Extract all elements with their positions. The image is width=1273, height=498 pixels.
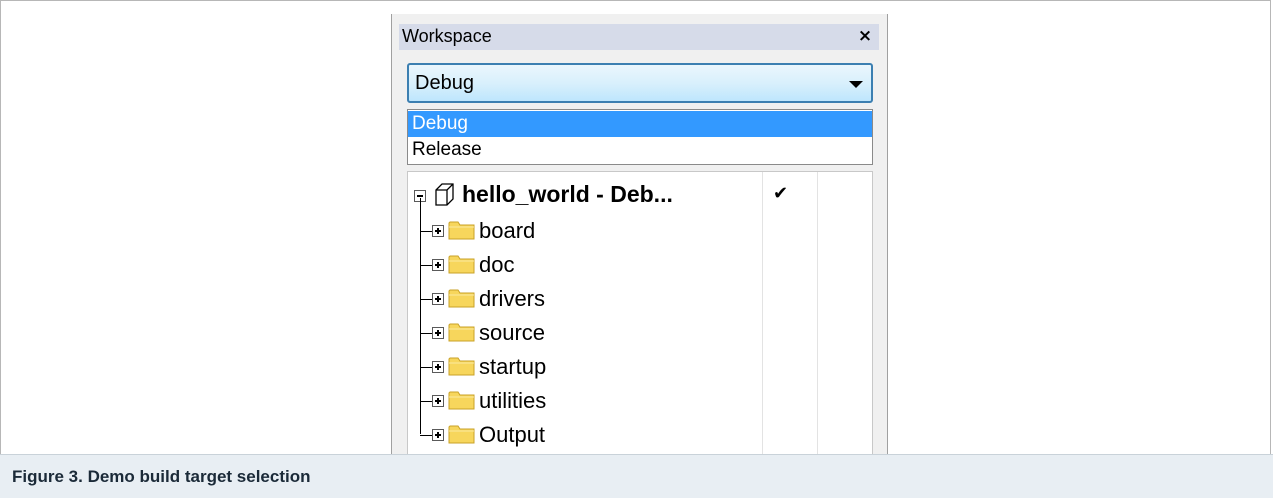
tree-item-board[interactable]: board [408,214,872,248]
tree-branch [420,231,432,232]
build-check-icon: ✔ [773,183,789,204]
chevron-down-icon[interactable] [849,81,863,88]
folder-label: board [479,218,536,243]
folder-label: utilities [479,388,547,413]
folder-icon [448,357,475,376]
folder-icon [448,289,475,308]
tree-item-utilities[interactable]: utilities [408,384,872,418]
tree-branch [420,435,432,436]
folder-icon [448,323,475,342]
project-tree: hello_world - Deb... ✔ board doc drivers… [407,171,873,455]
workspace-titlebar: Workspace × [399,24,879,50]
option-debug[interactable]: Debug [408,111,872,137]
build-target-dropdown: Debug Release [407,109,873,165]
expand-icon[interactable] [432,361,444,373]
build-target-select[interactable]: Debug [407,63,873,103]
workspace-panel: Workspace × Debug Debug Release hello_wo… [391,14,888,455]
tree-item-doc[interactable]: doc [408,248,872,282]
tree-root-row[interactable]: hello_world - Deb... ✔ [408,178,872,212]
folder-icon [448,221,475,240]
close-button[interactable]: × [855,25,875,47]
folder-icon [448,391,475,410]
folder-icon [448,255,475,274]
workspace-title: Workspace [402,26,492,46]
tree-branch [420,367,432,368]
project-cube-icon [435,183,454,206]
figure-caption: Figure 3. Demo build target selection [12,467,311,486]
project-name: hello_world - Deb... [462,181,673,207]
tree-branch [420,299,432,300]
tree-branch [420,401,432,402]
folder-label: source [479,320,546,345]
option-release[interactable]: Release [408,137,872,163]
tree-item-drivers[interactable]: drivers [408,282,872,316]
folder-label: Output [479,422,546,447]
tree-item-source[interactable]: source [408,316,872,350]
folder-icon [448,425,475,444]
folder-label: doc [479,252,515,277]
tree-item-output[interactable]: Output [408,418,872,452]
expand-icon[interactable] [432,259,444,271]
tree-item-startup[interactable]: startup [408,350,872,384]
expand-icon[interactable] [432,395,444,407]
expand-icon[interactable] [432,429,444,441]
expand-icon[interactable] [432,327,444,339]
tree-branch [420,333,432,334]
expand-icon[interactable] [432,225,444,237]
folder-label: startup [479,354,547,379]
folder-label: drivers [479,286,546,311]
tree-branch [420,265,432,266]
caption-strip: Figure 3. Demo build target selection [0,454,1273,498]
build-target-selected: Debug [415,72,474,94]
expand-icon[interactable] [432,293,444,305]
